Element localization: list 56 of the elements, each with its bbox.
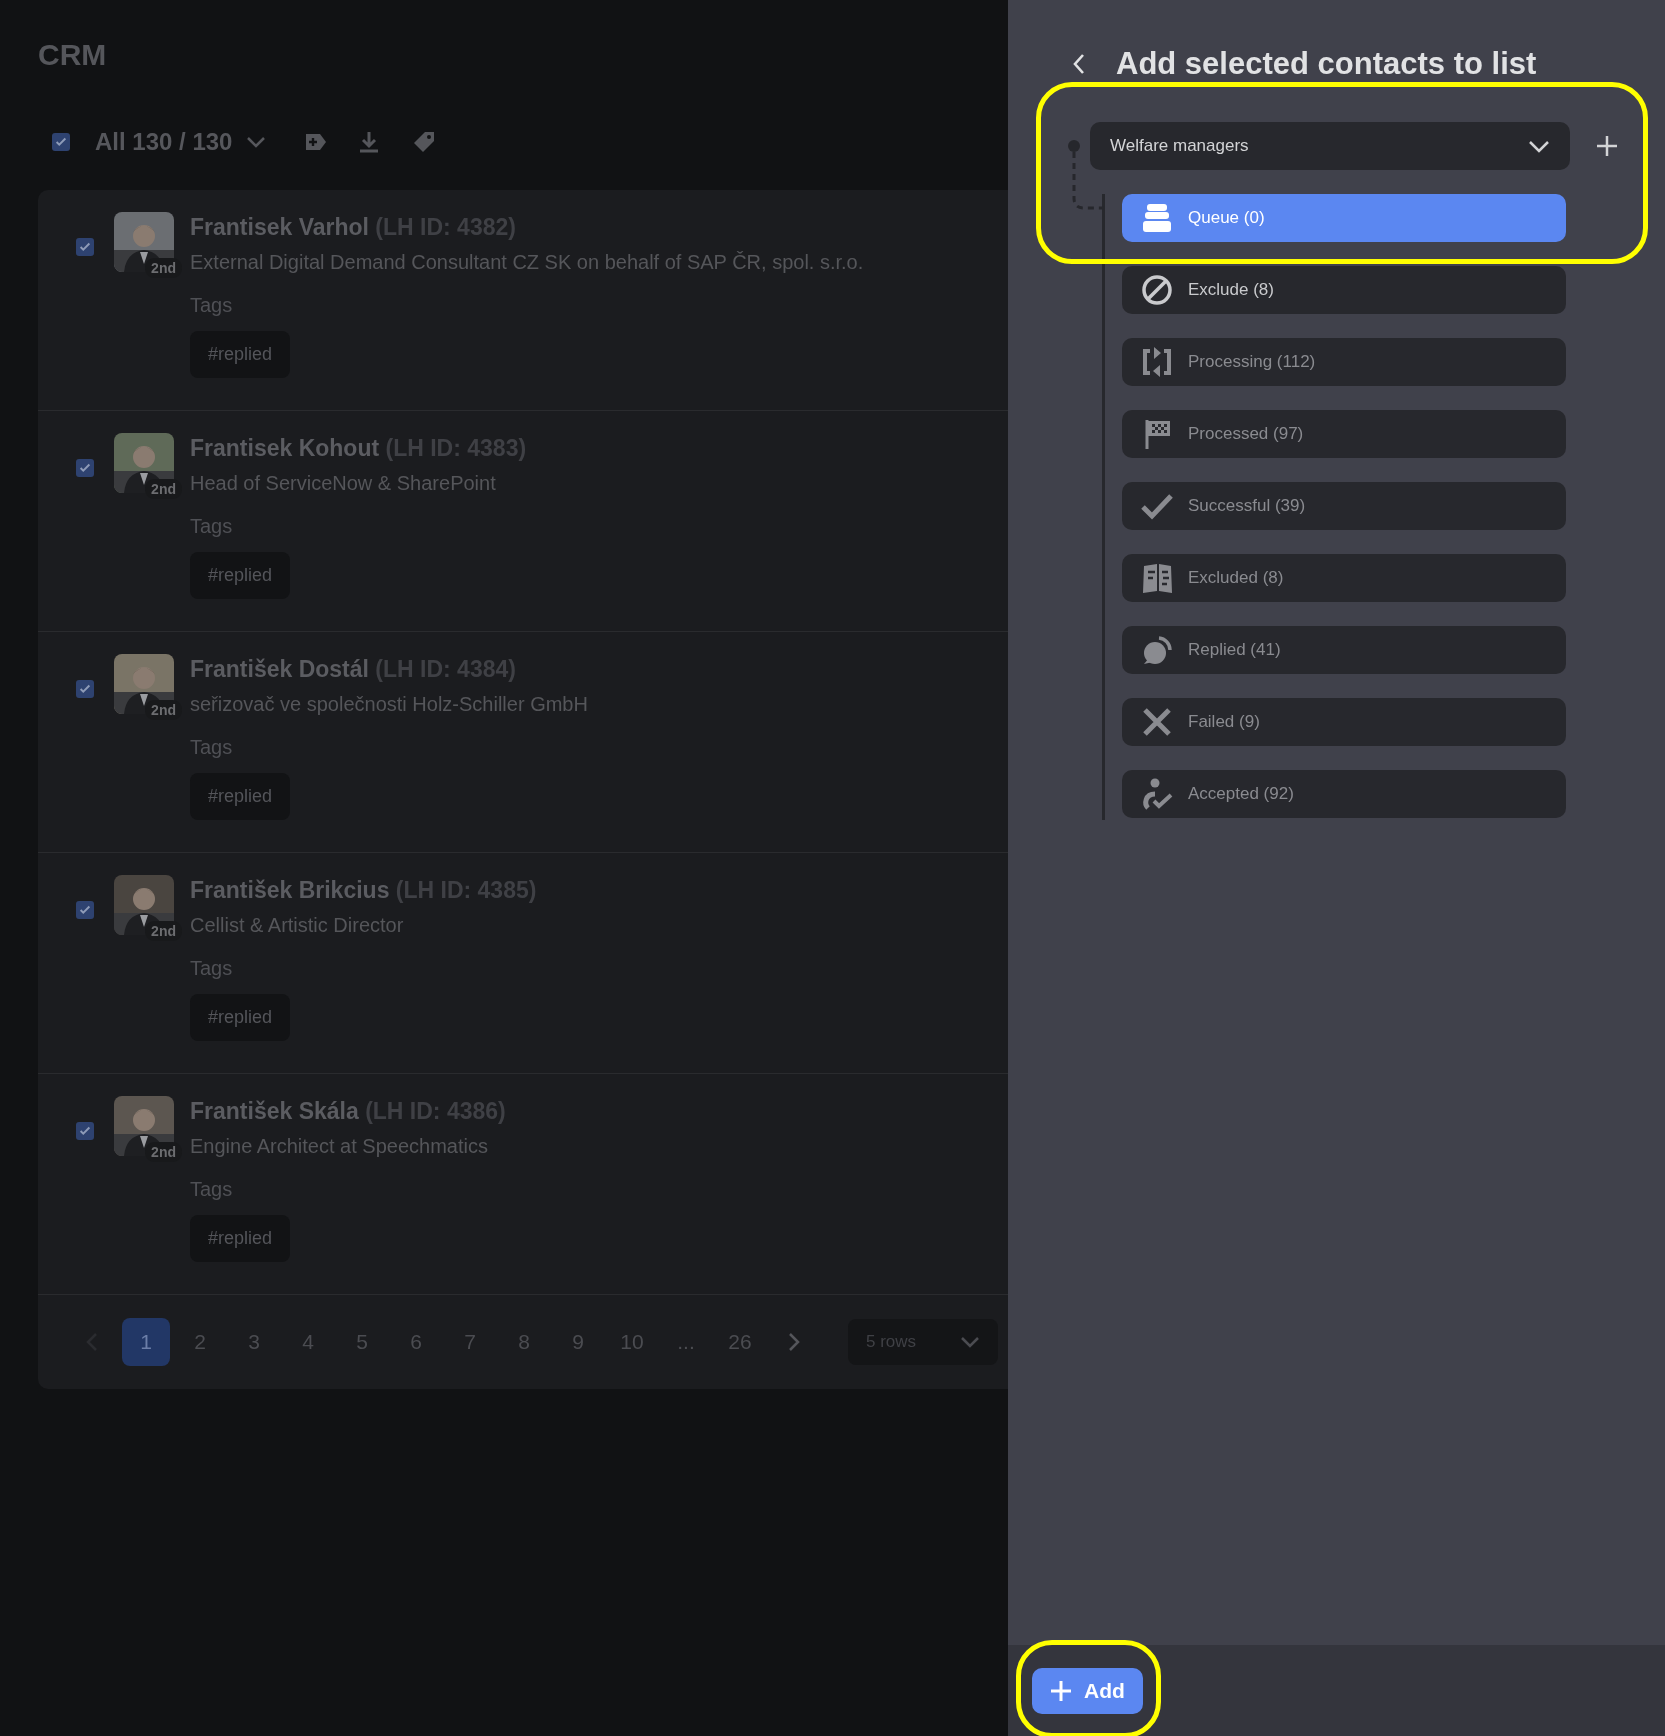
page-button[interactable]: 1 [122, 1318, 170, 1366]
contact-headline: seřizovač ve společnosti Holz-Schiller GmbH [190, 693, 588, 716]
contact-name[interactable]: Frantisek Kohout [190, 435, 380, 461]
stack-icon [1140, 201, 1174, 235]
prohibited-icon [1140, 273, 1174, 307]
checkmark-icon [78, 903, 92, 917]
contact-headline: Cellist & Artistic Director [190, 914, 405, 937]
connection-degree-badge: 2nd [145, 700, 182, 720]
plus-icon [1596, 135, 1618, 157]
list-dropdown[interactable]: Welfare managers [1090, 122, 1570, 170]
checkbox[interactable] [76, 1122, 94, 1140]
split-sheet-icon [1140, 561, 1174, 595]
tag-chip[interactable]: #replied [190, 331, 291, 378]
contact-name[interactable]: František Skála [190, 1098, 359, 1124]
contact-headline: Engine Architect at Speechmatics [190, 1135, 489, 1158]
checkmark-icon [78, 240, 92, 254]
caret-icon [246, 136, 267, 148]
panel-title: Add selected contacts to list [1116, 46, 1537, 82]
checkbox[interactable] [76, 459, 94, 477]
checkmark-icon [78, 1124, 92, 1138]
contact-headline: External Digital Demand Consultant CZ SK on behalf of SAP ČR, spol. s.r.o. [190, 251, 864, 274]
caret-icon [960, 1336, 980, 1348]
checkbox[interactable] [76, 238, 94, 256]
chevron-left-icon [1072, 53, 1086, 75]
tag-chip[interactable]: #replied [190, 552, 291, 599]
tag-icon[interactable] [412, 130, 437, 154]
checkbox[interactable] [52, 133, 70, 151]
tag-chip[interactable]: #replied [190, 994, 291, 1041]
caret-icon [1528, 139, 1550, 153]
plus-icon [1050, 1679, 1072, 1702]
page-button[interactable]: ... [662, 1318, 710, 1366]
checkbox[interactable] [76, 901, 94, 919]
add-tag-icon[interactable] [304, 131, 329, 153]
contact-name[interactable]: Frantisek Varhol [190, 214, 369, 240]
chevron-right-icon [788, 1332, 800, 1352]
connection-degree-badge: 2nd [145, 1142, 182, 1162]
app-title: CRM [38, 38, 107, 72]
checkbox[interactable] [76, 680, 94, 698]
checkmark-icon [54, 135, 68, 149]
tag-chip[interactable]: #replied [190, 1215, 291, 1262]
list-status-option[interactable]: Queue (0) [1122, 194, 1566, 242]
contact-name[interactable]: František Dostál [190, 656, 369, 682]
download-icon[interactable] [358, 130, 381, 154]
checkmark-icon [78, 682, 92, 696]
connection-degree-badge: 2nd [145, 479, 182, 499]
contact-name[interactable]: František Brikcius [190, 877, 390, 903]
list-status-option[interactable]: Exclude (8) [1122, 266, 1566, 314]
person-check-icon [1140, 777, 1174, 811]
refresh-icon [1140, 345, 1174, 379]
contact-headline: Head of ServiceNow & SharePoint [190, 472, 497, 495]
tag-chip[interactable]: #replied [190, 773, 291, 820]
add-button[interactable]: Add [1032, 1667, 1143, 1714]
checkmark-icon [78, 461, 92, 475]
connection-degree-badge: 2nd [145, 921, 182, 941]
selection-dropdown[interactable]: All 130 / 130 [95, 128, 267, 156]
connection-degree-badge: 2nd [145, 258, 182, 278]
